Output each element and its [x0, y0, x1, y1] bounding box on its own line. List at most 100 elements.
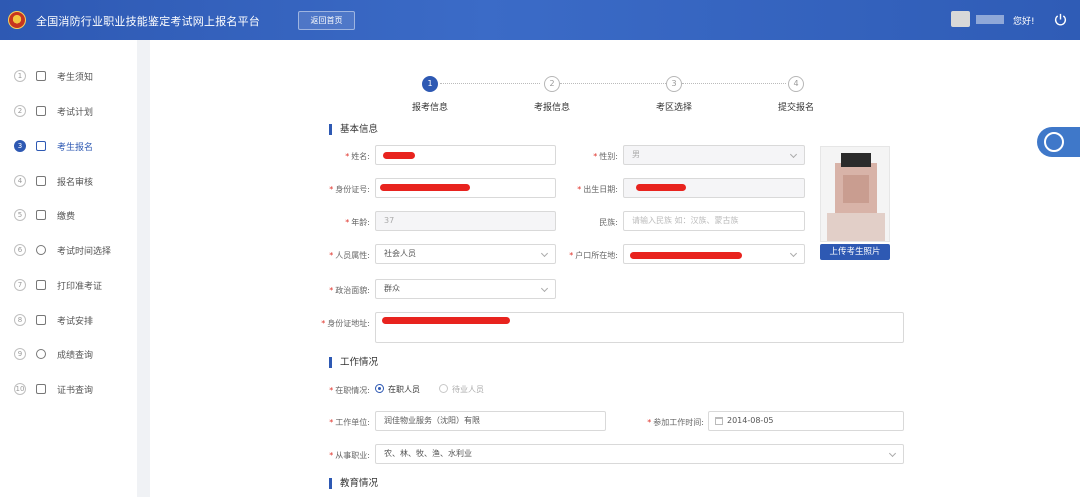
back-home-button[interactable]: 返回首页 [298, 11, 355, 30]
ethnicity-field[interactable]: 请输入民族 如：汉族、蒙古族 [623, 211, 805, 231]
radio-unemployed[interactable]: 待业人员 [439, 384, 484, 395]
form-icon [36, 141, 46, 151]
chevron-down-icon [789, 249, 798, 258]
occupation-label: * 从事职业: [329, 451, 370, 460]
redacted-address [382, 317, 510, 324]
sidebar-item-label: 考试安排 [57, 317, 94, 327]
step-label: 报考信息 [411, 103, 448, 113]
redacted-hukou [630, 252, 742, 259]
calendar-icon [715, 417, 723, 425]
step-circle: 2 [544, 76, 560, 92]
political-status-label: * 政治面貌: [329, 286, 370, 295]
sidebar-item-payment[interactable]: 5 缴费 [0, 203, 137, 227]
age-label: * 年龄: [345, 218, 370, 227]
sidebar: 1 考生须知 2 考试计划 3 考生报名 4 报名审核 5 缴费 6 考试时间选… [0, 40, 137, 497]
chevron-down-icon [789, 150, 798, 159]
step-number: 5 [14, 209, 26, 221]
work-start-label: * 参加工作时间: [647, 418, 704, 427]
username-redacted [976, 15, 1004, 24]
section-work-status: 工作情况 [329, 357, 378, 368]
person-category-select[interactable]: 社会人员 [375, 244, 556, 264]
candidate-photo [820, 146, 890, 242]
sidebar-item-label: 考试时间选择 [57, 247, 112, 257]
wallet-icon [36, 210, 46, 220]
sidebar-item-label: 成绩查询 [57, 351, 94, 361]
site-title: 全国消防行业职业技能鉴定考试网上报名平台 [36, 15, 260, 28]
sidebar-item-label: 考试计划 [57, 108, 94, 118]
sidebar-item-certificate-query[interactable]: 10 证书查询 [0, 377, 137, 401]
chevron-down-icon [540, 284, 549, 293]
id-number-label: * 身份证号: [329, 185, 370, 194]
occupation-select[interactable]: 农、林、牧、渔、水利业 [375, 444, 904, 464]
chevron-down-icon [540, 249, 549, 258]
step-number: 2 [14, 105, 26, 117]
section-education: 教育情况 [329, 478, 378, 489]
id-address-label: * 身份证地址: [321, 319, 370, 328]
radio-employed[interactable]: 在职人员 [375, 384, 420, 395]
employer-label: * 工作单位: [329, 418, 370, 427]
step-number: 8 [14, 314, 26, 326]
clock-icon [1044, 132, 1064, 152]
employer-field[interactable]: 润佳物业服务（沈阳）有限 [375, 411, 606, 431]
step-number: 9 [14, 348, 26, 360]
sidebar-item-label: 缴费 [57, 212, 76, 222]
upload-photo-button[interactable]: 上传考生照片 [820, 244, 890, 260]
step-number: 10 [14, 383, 26, 395]
user-avatar[interactable] [951, 11, 970, 27]
age-field[interactable]: 37 [375, 211, 556, 231]
step-number: 1 [14, 70, 26, 82]
document-icon [36, 106, 46, 116]
greeting-text: 您好! [1013, 17, 1035, 27]
sidebar-item-label: 考生须知 [57, 73, 94, 83]
sidebar-item-registration[interactable]: 3 考生报名 [0, 134, 137, 158]
step-circle: 3 [666, 76, 682, 92]
floating-timer-button[interactable] [1037, 127, 1080, 157]
redacted-birth-date [636, 184, 686, 191]
sidebar-item-label: 打印准考证 [57, 282, 103, 292]
step-label: 提交报名 [777, 103, 814, 113]
gender-select[interactable]: 男 [623, 145, 805, 165]
step-number: 7 [14, 279, 26, 291]
chevron-down-icon [888, 449, 897, 458]
step-circle: 4 [788, 76, 804, 92]
home-icon [36, 71, 46, 81]
work-start-date-field[interactable]: 2014-08-05 [708, 411, 904, 431]
top-header: 全国消防行业职业技能鉴定考试网上报名平台 返回首页 您好! [0, 0, 1080, 40]
fire-emblem-logo [8, 11, 26, 29]
employment-status-label: * 在职情况: [329, 386, 370, 395]
sidebar-item-exam-plan[interactable]: 2 考试计划 [0, 99, 137, 123]
sidebar-item-score-query[interactable]: 9 成绩查询 [0, 342, 137, 366]
certificate-icon [36, 384, 46, 394]
sidebar-item-print-admission[interactable]: 7 打印准考证 [0, 273, 137, 297]
sidebar-item-registration-review[interactable]: 4 报名审核 [0, 169, 137, 193]
step-registration-info: 1 报考信息 [390, 76, 470, 116]
power-icon[interactable] [1053, 12, 1068, 27]
step-label: 考报信息 [533, 103, 570, 113]
hukou-label: * 户口所在地: [569, 251, 618, 260]
redacted-name [383, 152, 415, 159]
ethnicity-label: 民族: [599, 218, 618, 227]
birth-date-label: * 出生日期: [577, 185, 618, 194]
schedule-icon [36, 315, 46, 325]
sidebar-item-candidate-notice[interactable]: 1 考生须知 [0, 64, 137, 88]
step-number: 3 [14, 140, 26, 152]
step-circle: 1 [422, 76, 438, 92]
name-label: * 姓名: [345, 152, 370, 161]
printer-icon [36, 280, 46, 290]
sidebar-item-label: 证书查询 [57, 386, 94, 396]
alarm-icon [36, 245, 46, 255]
sidebar-item-exam-time[interactable]: 6 考试时间选择 [0, 238, 137, 262]
political-status-select[interactable]: 群众 [375, 279, 556, 299]
step-number: 6 [14, 244, 26, 256]
step-submit: 4 提交报名 [756, 76, 836, 116]
person-category-label: * 人员属性: [329, 251, 370, 260]
sidebar-item-exam-schedule[interactable]: 8 考试安排 [0, 308, 137, 332]
sidebar-item-label: 考生报名 [57, 143, 94, 153]
step-exam-info: 2 考报信息 [512, 76, 592, 116]
search-icon [36, 349, 46, 359]
registration-panel: 1 报考信息 2 考报信息 3 考区选择 4 提交报名 基本信息 * 姓名: * 性… [150, 40, 1080, 497]
gender-label: * 性别: [593, 152, 618, 161]
section-basic-info: 基本信息 [329, 124, 378, 135]
step-number: 4 [14, 175, 26, 187]
step-label: 考区选择 [655, 103, 692, 113]
